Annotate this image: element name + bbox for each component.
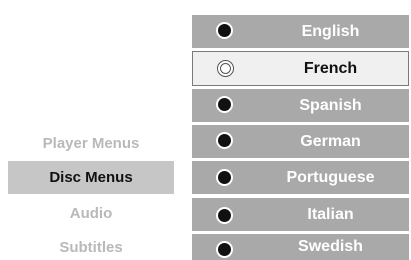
language-option-swedish[interactable]: Swedish	[192, 234, 409, 260]
language-label: German	[300, 132, 361, 150]
language-option-portuguese[interactable]: Portuguese	[192, 161, 409, 194]
language-label: French	[303, 59, 358, 77]
menu-item-subtitles[interactable]: Subtitles	[8, 239, 174, 257]
language-option-spanish[interactable]: Spanish	[192, 89, 409, 122]
radio-filled-icon	[216, 22, 233, 39]
radio-filled-icon	[216, 132, 233, 149]
language-option-german[interactable]: German	[192, 125, 409, 158]
language-label: Portuguese	[286, 168, 375, 186]
menu-item-disc-menus[interactable]: Disc Menus	[8, 161, 174, 194]
language-option-english[interactable]: English	[192, 15, 409, 48]
language-option-french[interactable]: French	[192, 51, 409, 86]
radio-filled-icon	[216, 169, 233, 186]
language-label: Swedish	[298, 238, 363, 255]
language-option-italian[interactable]: Italian	[192, 198, 409, 231]
menu-item-player-menus[interactable]: Player Menus	[8, 135, 174, 153]
menu-item-audio[interactable]: Audio	[8, 205, 174, 223]
radio-filled-icon	[216, 96, 233, 113]
language-label: Italian	[307, 205, 354, 223]
radio-filled-icon	[216, 207, 233, 224]
language-label: Spanish	[299, 96, 362, 114]
radio-filled-icon	[216, 241, 233, 258]
radio-empty-icon	[217, 60, 234, 77]
language-label: English	[301, 22, 360, 40]
